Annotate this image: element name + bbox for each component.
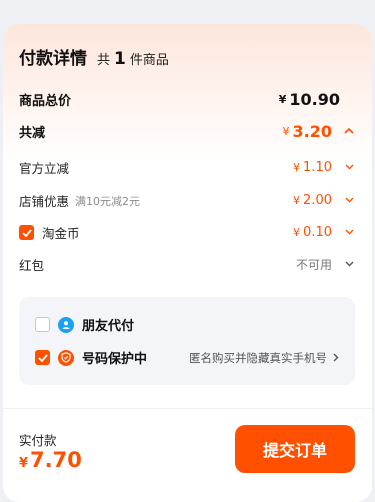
item-count-unit: 件商品 [129, 53, 169, 68]
total-discount-currency: ¥ [282, 125, 290, 138]
discount-amount: 1.10 [303, 160, 332, 175]
discount-amount: 2.00 [303, 193, 332, 208]
discount-row-official[interactable]: 官方立减 ¥ 1.10 [19, 158, 354, 177]
chevron-down-icon[interactable] [338, 162, 354, 173]
total-discount-amount: 3.20 [292, 122, 332, 141]
total-price-currency: ¥ [278, 93, 287, 106]
discount-currency: ¥ [293, 226, 301, 239]
friend-pay-label: 朋友代付 [82, 319, 135, 334]
payment-details-card: 付款详情 共 1 件商品 商品总价 ¥ 10.90 共减 ¥ 3.20 官方立减… [3, 24, 372, 502]
discount-currency: ¥ [293, 161, 301, 174]
privacy-description-link[interactable]: 匿名购买并隐藏真实手机号 [189, 350, 339, 366]
footer-divider [3, 408, 372, 409]
privacy-checkbox[interactable] [35, 350, 50, 365]
discount-currency: ¥ [293, 194, 301, 207]
discount-condition: 满10元减2元 [75, 194, 141, 208]
item-count-prefix: 共 [97, 53, 111, 68]
paid-amount: ¥ 7.70 [19, 448, 82, 472]
discount-label: 淘金币 [42, 226, 80, 241]
chevron-up-icon[interactable] [338, 126, 354, 137]
discount-amount: 0.10 [303, 225, 332, 240]
privacy-description: 匿名购买并隐藏真实手机号 [189, 350, 327, 365]
discount-row-taojinbi[interactable]: 淘金币 ¥ 0.10 [19, 223, 354, 242]
friend-pay-icon [58, 316, 74, 333]
discount-label: 店铺优惠 [19, 194, 70, 209]
chevron-right-icon [333, 351, 339, 365]
page-title: 付款详情 [19, 49, 87, 69]
paid-amount-value: 7.70 [30, 448, 82, 472]
chevron-down-icon[interactable] [338, 227, 354, 238]
service-options-panel: 朋友代付 号码保护中 匿名购买并隐藏真实手机号 [19, 297, 355, 385]
total-discount-label: 共减 [19, 126, 46, 141]
taojinbi-checkbox[interactable] [19, 225, 34, 240]
item-count: 1 [114, 49, 126, 69]
chevron-down-icon[interactable] [338, 259, 354, 270]
total-discount-value: ¥ 3.20 [283, 122, 354, 141]
friend-pay-checkbox[interactable] [35, 317, 50, 332]
privacy-option[interactable]: 号码保护中 匿名购买并隐藏真实手机号 [35, 348, 339, 367]
shield-icon [58, 349, 74, 366]
total-price-value: ¥ 10.90 [279, 90, 340, 109]
discount-value: ¥ 2.00 [293, 193, 354, 208]
submit-order-button[interactable]: 提交订单 [235, 425, 355, 473]
total-discount-row[interactable]: 共减 ¥ 3.20 [19, 122, 354, 141]
discount-label: 红包 [19, 258, 45, 273]
paid-amount-label: 实付款 [19, 433, 57, 448]
redpacket-value: 不可用 [296, 256, 354, 273]
paid-amount-currency: ¥ [19, 456, 29, 471]
discount-row-redpacket[interactable]: 红包 不可用 [19, 255, 354, 274]
discount-row-store[interactable]: 店铺优惠 满10元减2元 ¥ 2.00 [19, 191, 354, 210]
discount-label: 官方立减 [19, 161, 70, 176]
redpacket-status: 不可用 [295, 258, 332, 272]
discount-value: ¥ 1.10 [293, 160, 354, 175]
friend-pay-option[interactable]: 朋友代付 [35, 315, 339, 334]
total-price-amount: 10.90 [289, 90, 340, 109]
privacy-label: 号码保护中 [82, 352, 148, 367]
payment-details-header: 付款详情 共 1 件商品 [19, 44, 169, 69]
total-price-label: 商品总价 [19, 94, 72, 109]
chevron-down-icon[interactable] [338, 195, 354, 206]
total-price-row: 商品总价 ¥ 10.90 [19, 90, 354, 109]
discount-value: ¥ 0.10 [293, 225, 354, 240]
